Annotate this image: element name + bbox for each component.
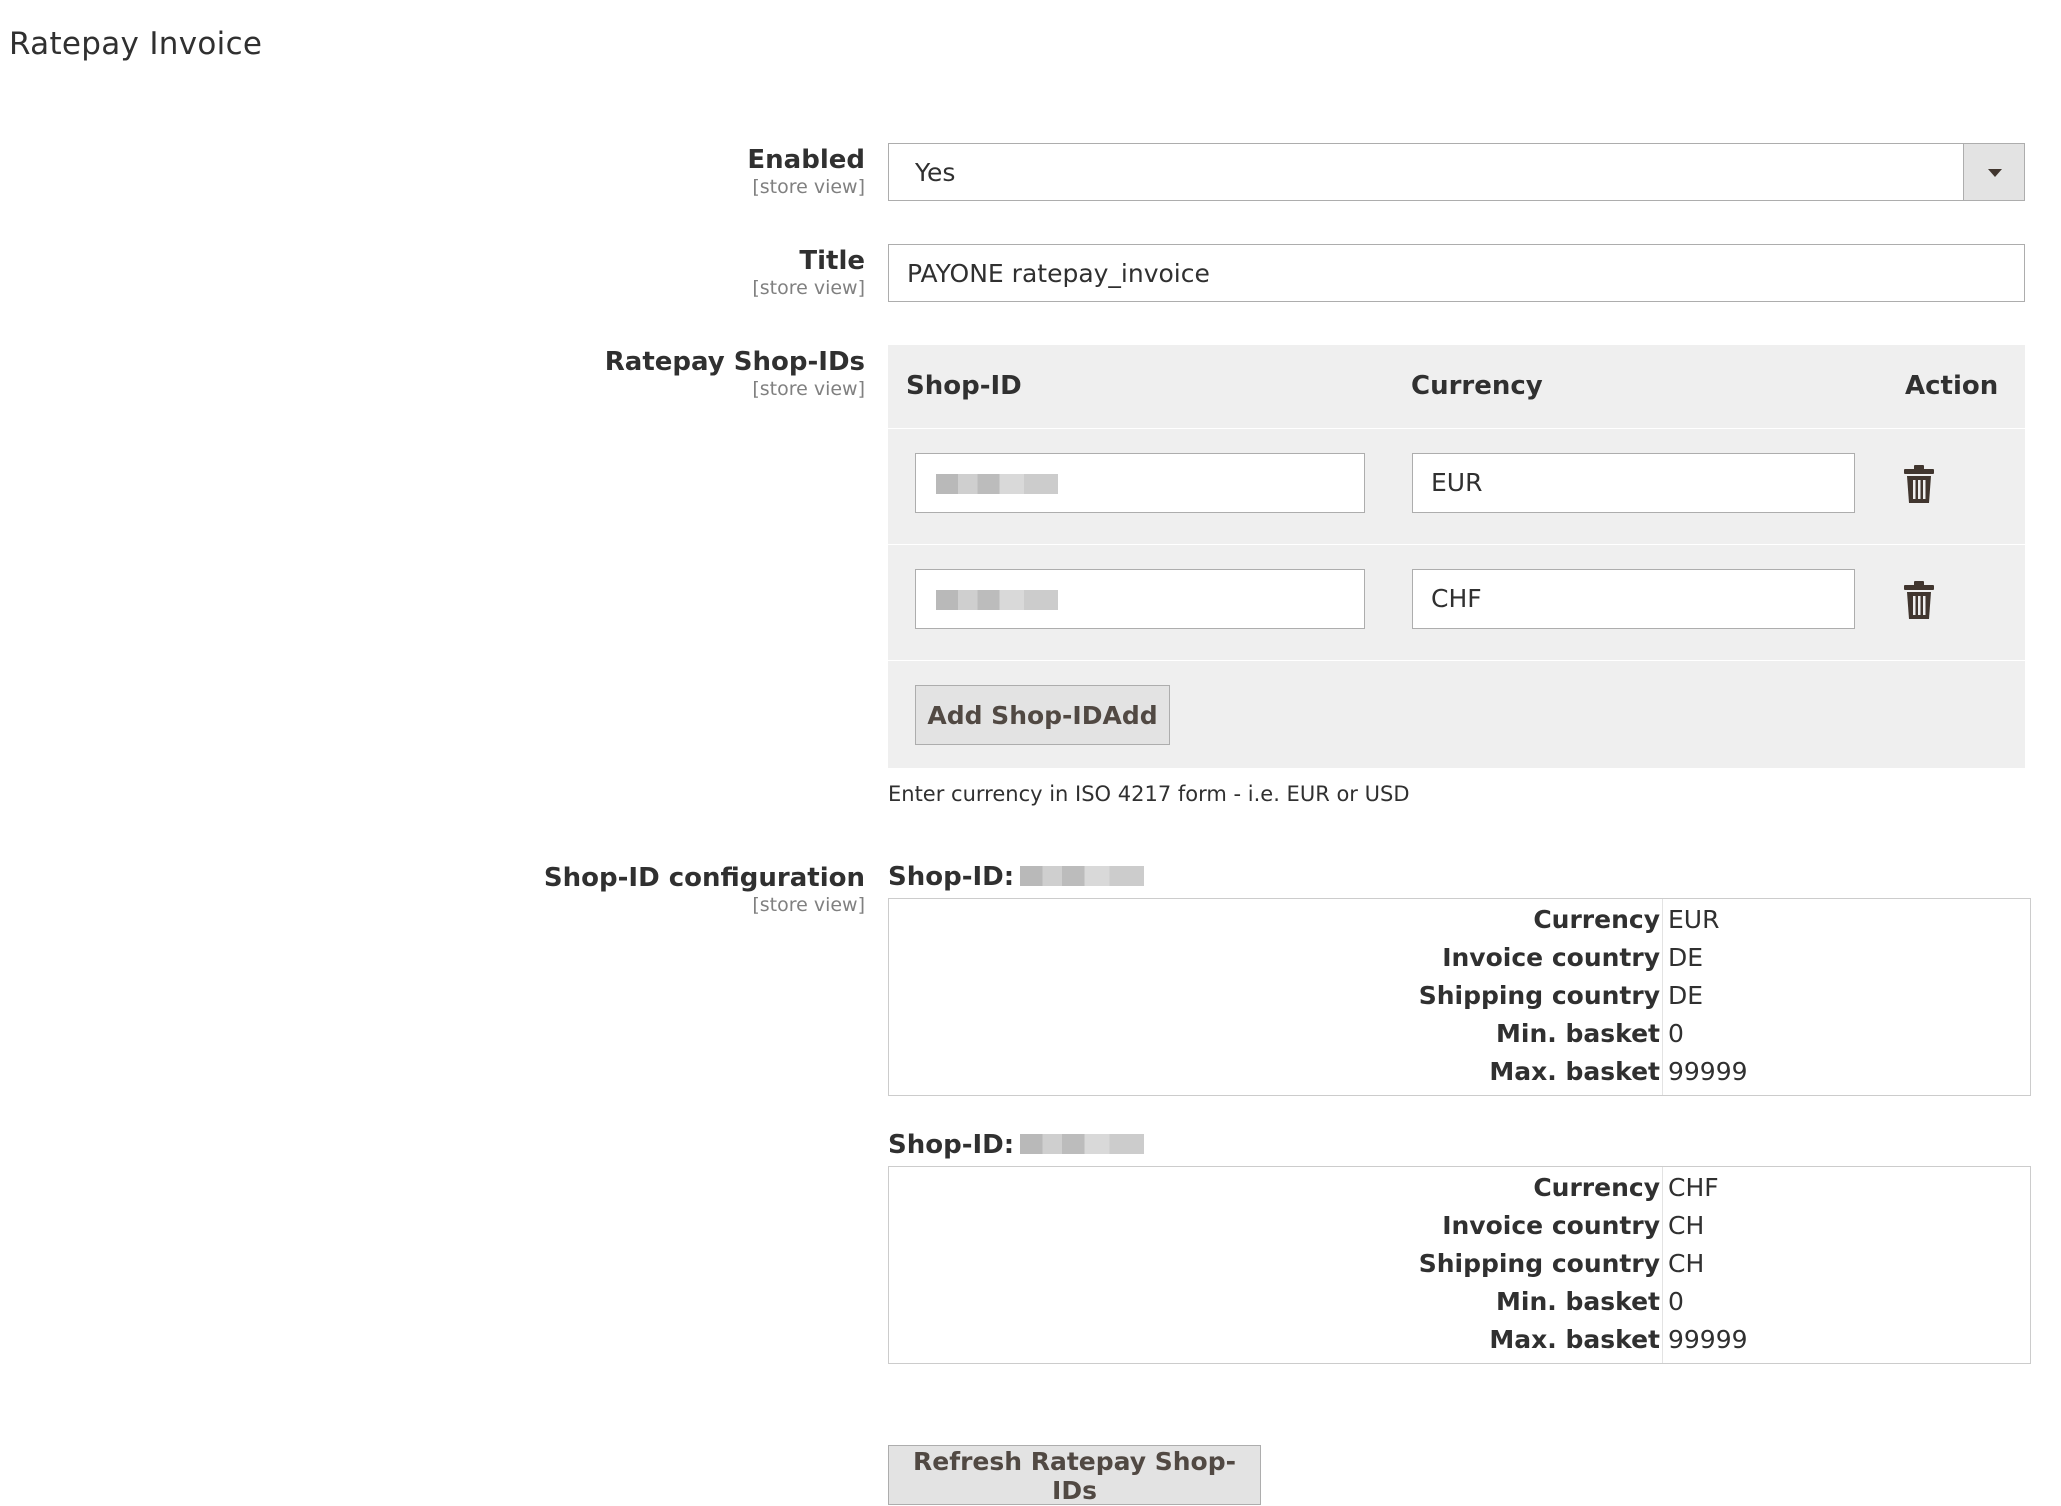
title-label: Title bbox=[799, 246, 865, 276]
enabled-label-group: Enabled [store view] bbox=[365, 144, 865, 198]
config-row: Min. basket 0 bbox=[889, 1283, 2032, 1321]
config-row: Currency CHF bbox=[889, 1169, 2032, 1207]
config-key: Max. basket bbox=[1489, 1325, 1660, 1354]
config-table: Currency EUR Invoice country DE Shipping… bbox=[888, 898, 2031, 1096]
config-shop-title: Shop-ID: bbox=[888, 1130, 1145, 1160]
ratepay-invoice-config: Ratepay Invoice Enabled [store view] Yes… bbox=[0, 0, 2061, 1506]
redacted-shop-id bbox=[1020, 865, 1145, 886]
currency-input[interactable]: EUR bbox=[1412, 453, 1855, 513]
config-row: Max. basket 99999 bbox=[889, 1321, 2032, 1359]
config-value: DE bbox=[1668, 943, 1704, 972]
config-label: Shop-ID configuration bbox=[543, 863, 865, 893]
config-key: Currency bbox=[1533, 1173, 1660, 1202]
column-header-action: Action bbox=[1905, 371, 1999, 401]
config-shop-title: Shop-ID: bbox=[888, 862, 1145, 892]
refresh-shop-ids-button[interactable]: Refresh Ratepay Shop-IDs bbox=[888, 1445, 1261, 1505]
config-value: 0 bbox=[1668, 1019, 1684, 1048]
config-value: CHF bbox=[1668, 1173, 1719, 1202]
shop-ids-label: Ratepay Shop-IDs bbox=[604, 347, 865, 377]
config-value: 99999 bbox=[1668, 1057, 1748, 1086]
enabled-field: Yes bbox=[888, 143, 2025, 201]
add-shop-id-button[interactable]: Add Shop-IDAdd bbox=[915, 685, 1170, 745]
title-field bbox=[888, 244, 2025, 302]
currency-input[interactable]: CHF bbox=[1412, 569, 1855, 629]
config-value: CH bbox=[1668, 1249, 1705, 1278]
title-scope: [store view] bbox=[752, 277, 865, 299]
config-value: CH bbox=[1668, 1211, 1705, 1240]
config-shop-prefix: Shop-ID: bbox=[888, 862, 1015, 892]
config-row: Invoice country CH bbox=[889, 1207, 2032, 1245]
config-key: Currency bbox=[1533, 905, 1660, 934]
config-shop-prefix: Shop-ID: bbox=[888, 1130, 1015, 1160]
config-key: Max. basket bbox=[1489, 1057, 1660, 1086]
redacted-shop-id bbox=[936, 590, 1058, 610]
title-input[interactable] bbox=[888, 244, 2025, 302]
config-row: Invoice country DE bbox=[889, 939, 2032, 977]
config-row: Shipping country DE bbox=[889, 977, 2032, 1015]
config-key: Shipping country bbox=[1418, 1249, 1660, 1278]
select-arrow-button[interactable] bbox=[1963, 144, 2024, 200]
enabled-scope: [store view] bbox=[752, 176, 865, 198]
config-value: 99999 bbox=[1668, 1325, 1748, 1354]
table-row: EUR bbox=[888, 428, 2025, 544]
column-header-shop-id: Shop-ID bbox=[906, 371, 1022, 401]
config-key: Min. basket bbox=[1496, 1287, 1660, 1316]
config-scope: [store view] bbox=[752, 894, 865, 916]
config-key: Shipping country bbox=[1418, 981, 1660, 1010]
redacted-shop-id bbox=[936, 474, 1058, 494]
config-table: Currency CHF Invoice country CH Shipping… bbox=[888, 1166, 2031, 1364]
enabled-select[interactable]: Yes bbox=[888, 143, 2025, 201]
shop-ids-scope: [store view] bbox=[752, 378, 865, 400]
section-title[interactable]: Ratepay Invoice bbox=[9, 26, 262, 62]
currency-hint: Enter currency in ISO 4217 form - i.e. E… bbox=[888, 782, 1410, 806]
config-key: Invoice country bbox=[1442, 943, 1660, 972]
table-row: CHF bbox=[888, 544, 2025, 660]
config-key: Min. basket bbox=[1496, 1019, 1660, 1048]
trash-icon[interactable] bbox=[1904, 581, 1934, 619]
redacted-shop-id bbox=[1020, 1133, 1145, 1154]
config-row: Shipping country CH bbox=[889, 1245, 2032, 1283]
config-key: Invoice country bbox=[1442, 1211, 1660, 1240]
shop-id-input[interactable] bbox=[915, 569, 1365, 629]
column-header-currency: Currency bbox=[1411, 371, 1543, 401]
config-value: DE bbox=[1668, 981, 1704, 1010]
title-label-group: Title [store view] bbox=[365, 245, 865, 299]
enabled-label: Enabled bbox=[747, 145, 865, 175]
caret-down-icon bbox=[1988, 169, 2002, 177]
shop-ids-table-header: Shop-ID Currency Action bbox=[888, 345, 2025, 428]
config-row: Max. basket 99999 bbox=[889, 1053, 2032, 1091]
shop-ids-add-row: Add Shop-IDAdd bbox=[888, 660, 2025, 768]
config-row: Currency EUR bbox=[889, 901, 2032, 939]
shop-ids-label-group: Ratepay Shop-IDs [store view] bbox=[365, 346, 865, 400]
config-value: EUR bbox=[1668, 905, 1720, 934]
enabled-select-value: Yes bbox=[915, 158, 956, 187]
shop-ids-table: Shop-ID Currency Action EUR CHF Add Shop… bbox=[888, 345, 2025, 768]
trash-icon[interactable] bbox=[1904, 465, 1934, 503]
config-value: 0 bbox=[1668, 1287, 1684, 1316]
config-row: Min. basket 0 bbox=[889, 1015, 2032, 1053]
shop-id-input[interactable] bbox=[915, 453, 1365, 513]
config-label-group: Shop-ID configuration [store view] bbox=[365, 862, 865, 916]
